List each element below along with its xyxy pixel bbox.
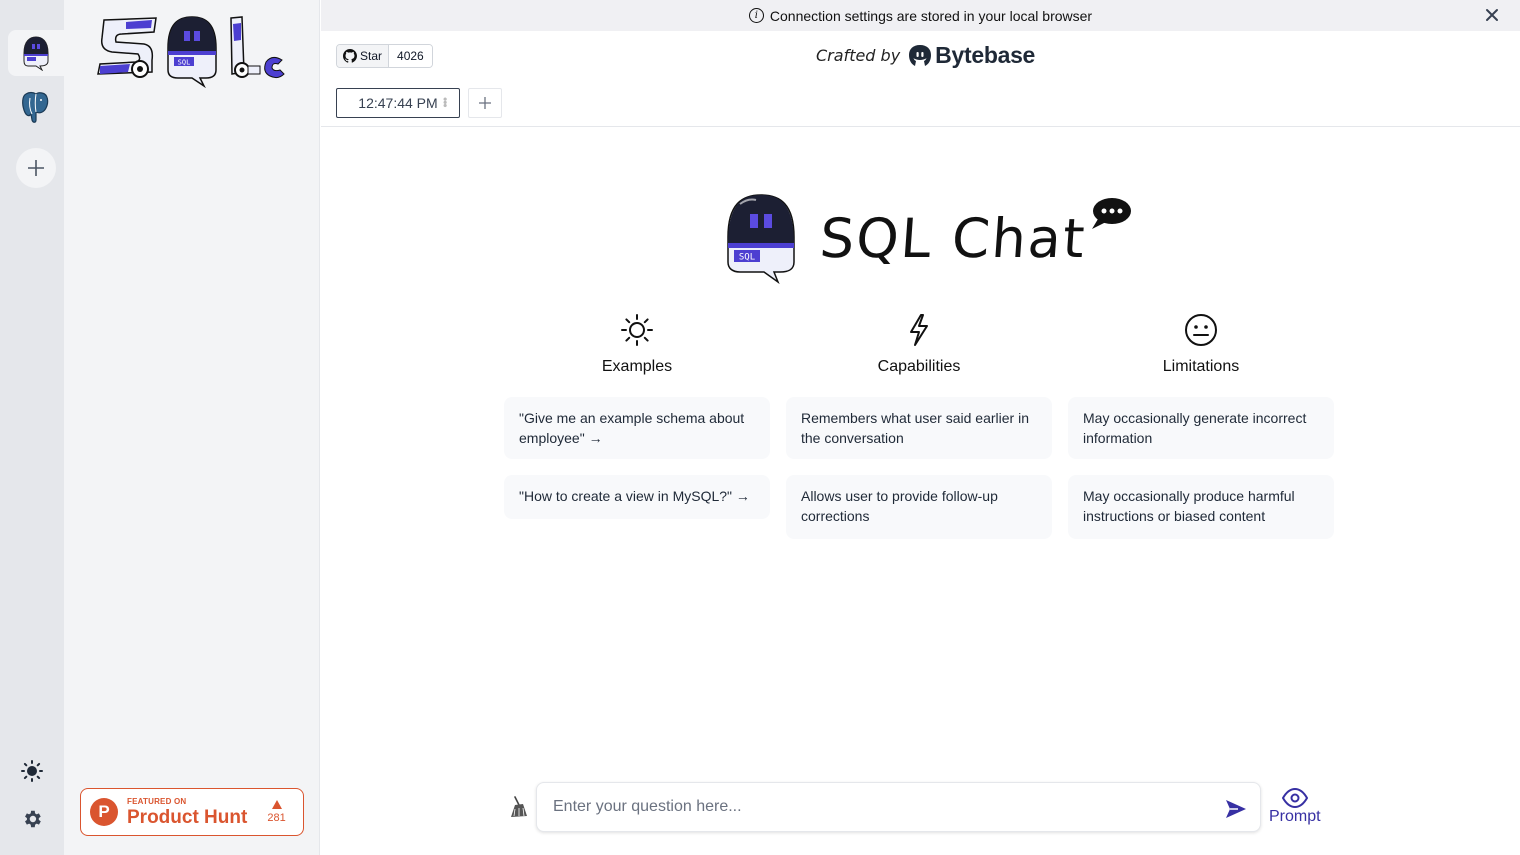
theme-toggle-button[interactable] (0, 760, 64, 782)
example-card[interactable]: "How to create a view in MySQL?" → (504, 475, 770, 519)
product-hunt-badge[interactable]: P FEATURED ON Product Hunt 281 (80, 788, 304, 836)
lightning-icon (910, 314, 928, 346)
svg-text:SQL: SQL (178, 59, 191, 67)
add-connection-button[interactable] (16, 148, 56, 188)
capabilities-column: Capabilities Remembers what user said ea… (786, 312, 1052, 555)
product-hunt-name: Product Hunt (127, 806, 248, 828)
send-icon[interactable] (1224, 797, 1248, 821)
info-banner: i Connection settings are stored in your… (321, 0, 1520, 31)
logo-letter-q: SQL (167, 16, 217, 89)
neutral-face-icon (1185, 314, 1217, 346)
prompt-label: Prompt (1269, 808, 1321, 825)
composer: Prompt (504, 782, 1321, 832)
sql-chat-robot-icon (23, 36, 49, 71)
chat-bubble-icon (1092, 198, 1132, 229)
gear-icon (25, 810, 41, 828)
settings-button[interactable] (0, 808, 64, 830)
clear-conversation-button[interactable] (504, 792, 534, 822)
header-divider (321, 126, 1520, 127)
new-tab-button[interactable] (468, 88, 502, 118)
chat-tabs: 12:47:44 PM ••• (336, 88, 502, 118)
hero: SQL SQL Chat (726, 192, 1132, 284)
eye-icon (1281, 788, 1308, 808)
github-star-button[interactable]: Star 4026 (336, 44, 433, 68)
logo-letter-l (230, 16, 285, 79)
main-area: i Connection settings are stored in your… (321, 0, 1520, 855)
tab-menu-icon[interactable]: ••• (438, 97, 452, 107)
bytebase-brand: Bytebase (935, 42, 1036, 68)
examples-column: Examples "Give me an example schema abou… (504, 312, 770, 555)
hero-title: SQL Chat (817, 206, 1089, 270)
sun-icon (21, 760, 43, 782)
example-card[interactable]: "Give me an example schema about employe… (504, 397, 770, 459)
logo-letter-s (97, 17, 157, 78)
github-star-count: 4026 (389, 45, 432, 67)
broom-icon (511, 796, 527, 817)
sun-icon (621, 314, 653, 346)
feature-columns: Examples "Give me an example schema abou… (504, 312, 1334, 555)
capability-card: Remembers what user said earlier in the … (786, 397, 1052, 459)
plus-icon (28, 160, 44, 176)
top-bar: Star 4026 Crafted by Bytebase (321, 31, 1520, 81)
plus-icon (479, 97, 491, 109)
capabilities-title: Capabilities (877, 358, 961, 375)
connection-rail (0, 0, 64, 855)
prompt-button[interactable]: Prompt (1269, 788, 1321, 826)
sql-chat-logo: SQL (96, 14, 291, 93)
question-input[interactable] (537, 798, 1197, 816)
crafted-by-link[interactable]: Crafted by Bytebase (816, 42, 1035, 69)
bytebase-logo-icon (909, 44, 932, 66)
product-hunt-logo-icon: P (90, 798, 118, 826)
github-star-label: Star (360, 49, 383, 63)
postgresql-elephant-icon (22, 91, 49, 123)
upvote-triangle-icon (271, 799, 282, 809)
limitations-title: Limitations (1162, 358, 1240, 375)
logo-sql-badge: SQL (739, 253, 755, 263)
product-hunt-votes: 281 (267, 811, 286, 824)
crafted-by-text: Crafted by (816, 46, 901, 65)
capability-card: Allows user to provide follow-up correct… (786, 475, 1052, 539)
sidebar: SQL P FEATURED ON Product Hunt 281 (64, 0, 320, 855)
github-icon (343, 49, 357, 63)
close-banner-button[interactable] (1484, 7, 1500, 23)
banner-text: Connection settings are stored in your l… (769, 7, 1093, 24)
rail-item-postgresql[interactable] (8, 84, 64, 130)
chat-tab-label: 12:47:44 PM (358, 95, 438, 111)
rail-item-sql-chat[interactable] (8, 30, 64, 76)
limitations-column: Limitations May occasionally generate in… (1068, 312, 1334, 555)
examples-title: Examples (601, 358, 673, 375)
product-hunt-featured-label: FEATURED ON (127, 796, 187, 806)
sql-chat-robot-logo: SQL (727, 194, 795, 284)
limitation-card: May occasionally produce harmful instruc… (1068, 475, 1334, 539)
question-input-wrapper (536, 782, 1261, 832)
chat-tab[interactable]: 12:47:44 PM ••• (336, 88, 460, 118)
info-icon: i (748, 8, 764, 23)
limitation-card: May occasionally generate incorrect info… (1068, 397, 1334, 459)
